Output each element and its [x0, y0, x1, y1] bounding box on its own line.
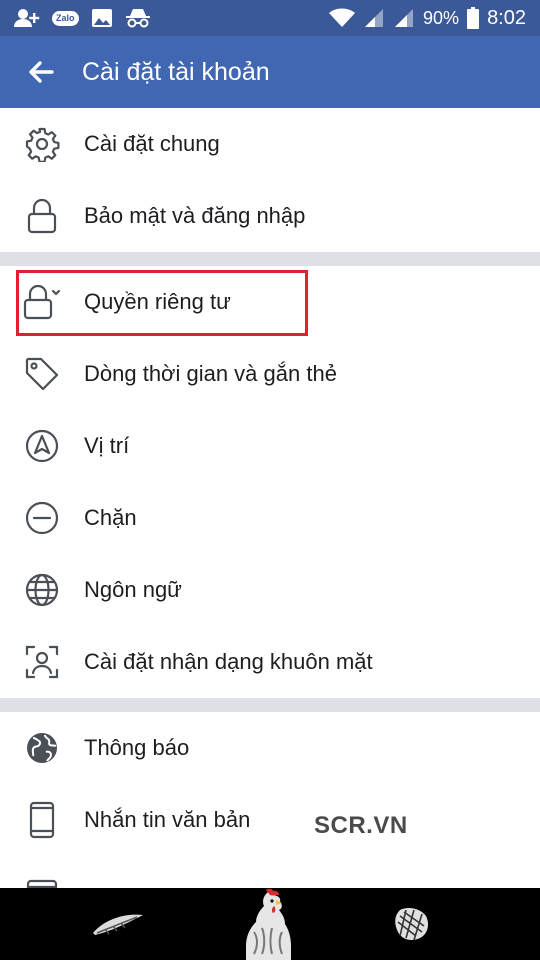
- menu-item-label: Ngôn ngữ: [84, 577, 182, 602]
- menu-item-notifications[interactable]: Thông báo: [0, 712, 540, 784]
- menu-item-location[interactable]: Vị trí: [0, 410, 540, 482]
- status-bar: Zalo 90% 8:02: [0, 0, 540, 36]
- wifi-icon: [329, 8, 356, 28]
- lock-icon: [0, 180, 84, 252]
- section-divider: [0, 252, 540, 266]
- page-title: Cài đặt tài khoản: [82, 57, 270, 86]
- menu-item-text-messaging[interactable]: Nhắn tin văn bản: [0, 784, 540, 856]
- menu-item-label: Nhắn tin văn bản: [84, 807, 251, 832]
- battery-icon: [467, 7, 480, 29]
- menu-item-label: Cài đặt nhận dạng khuôn mặt: [84, 649, 373, 674]
- face-recognition-icon: [0, 626, 84, 698]
- feather-icon[interactable]: [88, 888, 148, 960]
- menu-item-label: Chặn: [84, 505, 137, 530]
- menu-item-label: Dòng thời gian và gắn thẻ: [84, 361, 337, 386]
- app-bar: Cài đặt tài khoản: [0, 36, 540, 108]
- menu-item-label: Vị trí: [84, 433, 130, 458]
- gallery-icon: [91, 8, 113, 28]
- phone-icon: [0, 784, 84, 856]
- add-friend-icon: [14, 8, 40, 28]
- signal-icon: [393, 8, 415, 28]
- menu-item-language[interactable]: Ngôn ngữ: [0, 554, 540, 626]
- menu-item-privacy[interactable]: Quyền riêng tư: [0, 266, 540, 338]
- menu-item-general-settings[interactable]: Cài đặt chung: [0, 108, 540, 180]
- watermark: SCR.VN: [314, 812, 408, 839]
- bottom-bar: [0, 888, 540, 960]
- menu-item-label: Cài đặt chung: [84, 131, 220, 156]
- tag-icon: [0, 338, 84, 410]
- menu-item-partial[interactable]: [0, 856, 540, 888]
- lock-dropdown-icon: [0, 266, 84, 338]
- settings-menu: Cài đặt chung Bảo mật và đăng nhập Quyền…: [0, 108, 540, 888]
- menu-item-security-login[interactable]: Bảo mật và đăng nhập: [0, 180, 540, 252]
- menu-item-block[interactable]: Chặn: [0, 482, 540, 554]
- navigation-icon: [0, 410, 84, 482]
- zalo-icon: Zalo: [52, 10, 79, 26]
- earth-icon: [0, 712, 84, 784]
- rooster-icon[interactable]: [228, 888, 308, 960]
- menu-item-label: Bảo mật và đăng nhập: [84, 203, 306, 228]
- clock: 8:02: [487, 6, 526, 29]
- sneaker-icon[interactable]: [386, 888, 436, 960]
- block-icon: [0, 482, 84, 554]
- menu-item-label: Quyền riêng tư: [84, 289, 231, 314]
- menu-item-face-recognition[interactable]: Cài đặt nhận dạng khuôn mặt: [0, 626, 540, 698]
- gear-icon: [0, 108, 84, 180]
- back-arrow-icon: [29, 61, 54, 83]
- battery-percent: 90%: [423, 7, 460, 28]
- incognito-icon: [125, 8, 151, 28]
- menu-item-timeline-tagging[interactable]: Dòng thời gian và gắn thẻ: [0, 338, 540, 410]
- menu-item-label: Thông báo: [84, 735, 190, 760]
- globe-icon: [0, 554, 84, 626]
- list-icon: [0, 856, 84, 888]
- signal-icon: [363, 8, 385, 28]
- section-divider: [0, 698, 540, 712]
- back-button[interactable]: [0, 36, 82, 108]
